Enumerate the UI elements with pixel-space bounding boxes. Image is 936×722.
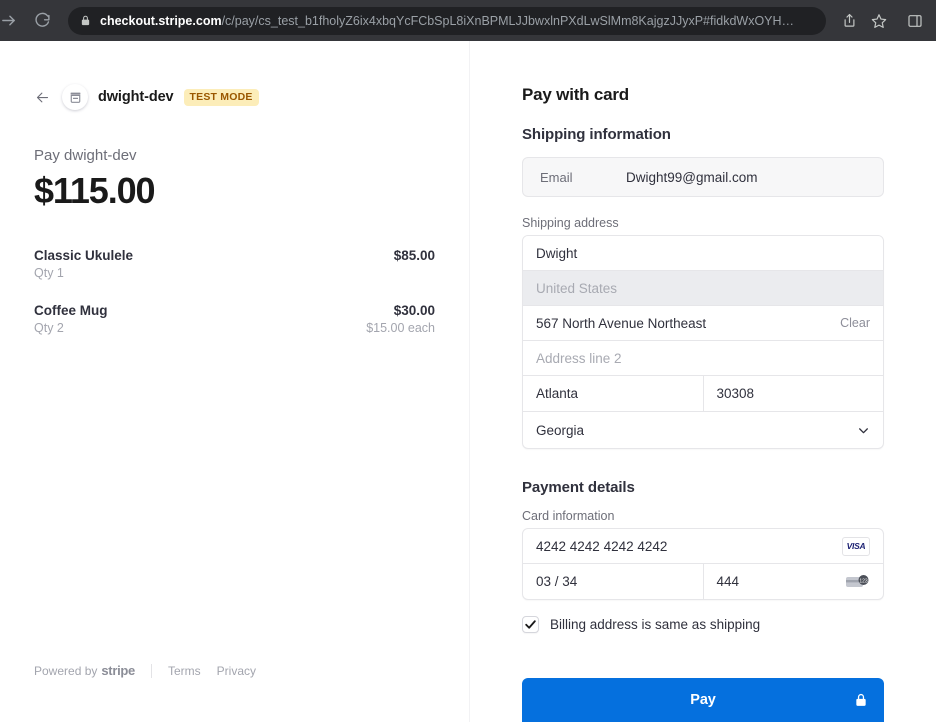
shipping-information-heading: Shipping information xyxy=(522,126,671,143)
reload-icon xyxy=(34,12,50,27)
url-text: checkout.stripe.com/c/pay/cs_test_b1fhol… xyxy=(100,7,794,35)
powered-by-label: Powered by xyxy=(34,663,98,678)
card-number-value: 4242 4242 4242 4242 xyxy=(536,538,668,554)
browser-toolbar: checkout.stripe.com/c/pay/cs_test_b1fhol… xyxy=(0,0,936,41)
reload-button[interactable] xyxy=(28,7,56,35)
footer: Powered by stripe Terms Privacy xyxy=(34,663,272,678)
card-cvc-value: 444 xyxy=(716,574,740,589)
card-expiry-input[interactable]: 03 / 34 xyxy=(523,564,703,599)
sidebar-icon xyxy=(908,14,922,27)
pay-button[interactable]: Pay xyxy=(522,678,884,722)
storefront-icon xyxy=(70,92,80,103)
card-number-input[interactable]: 4242 4242 4242 4242 VISA xyxy=(523,529,883,564)
city-zip-row: Atlanta 30308 xyxy=(523,376,883,412)
address-line1-input[interactable]: 567 North Avenue Northeast Clear xyxy=(523,306,883,341)
pay-button-label: Pay xyxy=(690,692,716,708)
arrow-right-icon xyxy=(1,15,15,26)
shipping-address-group: Shipping address Dwight United States 56… xyxy=(522,216,884,449)
line-item-unit-price: $15.00 each xyxy=(366,321,435,335)
arrow-left-icon xyxy=(36,92,48,102)
email-label: Email xyxy=(540,169,573,185)
payment-details-group: Payment details Card information 4242 42… xyxy=(522,479,884,633)
state-select[interactable]: Georgia xyxy=(523,412,883,448)
state-value: Georgia xyxy=(536,422,585,438)
line-item-qty: Qty 1 xyxy=(34,266,64,280)
terms-link[interactable]: Terms xyxy=(168,664,201,678)
line-item-name: Classic Ukulele xyxy=(34,248,134,263)
postal-code-value: 30308 xyxy=(716,386,755,401)
email-field[interactable]: Email Dwight99@gmail.com xyxy=(522,157,884,197)
forward-button[interactable] xyxy=(0,7,22,35)
cvc-card-icon: 123 xyxy=(846,574,870,590)
email-value: Dwight99@gmail.com xyxy=(626,169,758,185)
expiry-cvc-row: 03 / 34 444 123 xyxy=(523,564,883,599)
shipping-address-box: Dwight United States 567 North Avenue No… xyxy=(522,235,884,449)
chevron-down-icon xyxy=(857,424,870,437)
full-name-value: Dwight xyxy=(536,245,578,261)
line-items: Classic Ukulele $85.00 Qty 1 Coffee Mug … xyxy=(34,248,435,335)
total-amount: $115.00 xyxy=(34,170,156,211)
line-item: Classic Ukulele $85.00 Qty 1 xyxy=(34,248,435,280)
line-item-amount: $30.00 xyxy=(393,303,435,318)
page-title: Pay with card xyxy=(522,85,629,104)
country-select: United States xyxy=(523,271,883,306)
visa-icon: VISA xyxy=(842,536,870,556)
card-information-label: Card information xyxy=(522,509,615,523)
svg-text:123: 123 xyxy=(859,578,868,584)
line-item-name: Coffee Mug xyxy=(34,303,108,318)
country-value: United States xyxy=(536,280,618,296)
toolbar-actions xyxy=(834,7,936,35)
merchant-avatar xyxy=(62,84,88,110)
card-cvc-input[interactable]: 444 123 xyxy=(702,564,884,599)
share-button[interactable] xyxy=(834,7,864,35)
test-mode-badge: TEST MODE xyxy=(183,88,259,106)
city-input[interactable]: Atlanta xyxy=(523,376,703,411)
bookmark-button[interactable] xyxy=(864,7,894,35)
url-host: checkout.stripe.com xyxy=(100,13,222,28)
checkbox-box xyxy=(522,616,539,633)
line-item-amount: $85.00 xyxy=(393,248,435,263)
billing-same-as-shipping-checkbox[interactable]: Billing address is same as shipping xyxy=(522,616,884,633)
address-line2-placeholder: Address line 2 xyxy=(536,350,622,366)
merchant-header: dwight-dev TEST MODE xyxy=(34,84,435,110)
back-button[interactable] xyxy=(34,89,50,105)
privacy-link[interactable]: Privacy xyxy=(217,664,256,678)
full-name-input[interactable]: Dwight xyxy=(523,236,883,271)
line-item-qty: Qty 2 xyxy=(34,321,64,335)
pay-to-label: Pay dwight-dev xyxy=(34,147,137,164)
share-icon xyxy=(844,13,854,27)
merchant-name: dwight-dev xyxy=(98,89,174,105)
stripe-wordmark: stripe xyxy=(101,663,135,678)
postal-code-input[interactable]: 30308 xyxy=(702,376,884,411)
powered-by[interactable]: Powered by stripe xyxy=(34,663,135,678)
card-information-box: 4242 4242 4242 4242 VISA 03 / 34 444 123 xyxy=(522,528,884,600)
sidebar-toggle-button[interactable] xyxy=(900,7,930,35)
payment-form-panel: Pay with card Shipping information Email… xyxy=(470,41,936,722)
lock-icon xyxy=(854,693,868,707)
card-information-group: Card information 4242 4242 4242 4242 VIS… xyxy=(522,509,884,600)
city-value: Atlanta xyxy=(536,386,579,401)
address-bar[interactable]: checkout.stripe.com/c/pay/cs_test_b1fhol… xyxy=(68,6,826,35)
line-item: Coffee Mug $30.00 Qty 2 $15.00 each xyxy=(34,303,435,335)
check-icon xyxy=(525,620,536,629)
url-path: /c/pay/cs_test_b1fholyZ6ix4xbqYcFCbSpL8i… xyxy=(221,13,795,28)
billing-checkbox-label: Billing address is same as shipping xyxy=(550,617,761,632)
visa-label: VISA xyxy=(846,541,866,551)
lock-icon xyxy=(80,15,91,26)
payment-details-heading: Payment details xyxy=(522,479,635,496)
clear-address-button[interactable]: Clear xyxy=(840,316,870,330)
card-expiry-value: 03 / 34 xyxy=(536,574,578,589)
footer-divider xyxy=(150,663,152,678)
shipping-address-label: Shipping address xyxy=(522,216,619,230)
order-summary-panel: dwight-dev TEST MODE Pay dwight-dev $115… xyxy=(0,41,470,722)
address-line2-input[interactable]: Address line 2 xyxy=(523,341,883,376)
checkout-page: dwight-dev TEST MODE Pay dwight-dev $115… xyxy=(0,41,936,722)
address-line1-value: 567 North Avenue Northeast xyxy=(536,315,707,331)
star-icon xyxy=(871,13,887,28)
